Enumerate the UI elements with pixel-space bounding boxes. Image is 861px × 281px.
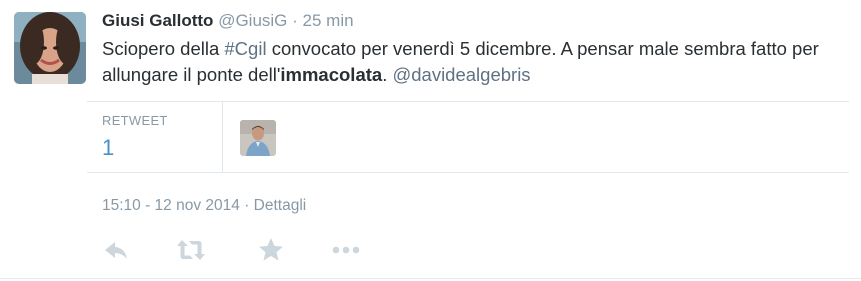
retweet-count[interactable]: 1 xyxy=(102,135,114,161)
divider-bottom xyxy=(87,172,849,173)
divider-top xyxy=(87,101,849,102)
hashtag-link[interactable]: #Cgil xyxy=(224,38,266,59)
author-avatar-image xyxy=(14,12,86,84)
mention-link[interactable]: @davidealgebris xyxy=(392,64,530,85)
tweet-text-part3: . xyxy=(382,64,393,85)
tweet-header: Giusi Gallotto @GiusiG · 25 min xyxy=(102,10,354,32)
tweet-time-ago[interactable]: 25 min xyxy=(303,11,354,30)
tweet-text-part1: Sciopero della xyxy=(102,38,225,59)
favorite-icon[interactable] xyxy=(257,236,287,266)
tweet-text: Sciopero della #Cgil convocato per vener… xyxy=(102,36,852,88)
header-separator: · xyxy=(292,11,298,30)
retweet-label: RETWEET xyxy=(102,113,168,128)
more-icon[interactable] xyxy=(330,236,360,266)
author-handle[interactable]: @GiusiG xyxy=(218,11,287,30)
tweet-meta: 15:10 - 12 nov 2014 · Dettagli xyxy=(102,197,306,215)
divider-vertical xyxy=(222,101,223,172)
retweeter-avatar-image xyxy=(240,120,276,156)
tweet-text-strong: immacolata xyxy=(280,64,383,85)
tweet-timestamp[interactable]: 15:10 - 12 nov 2014 xyxy=(102,197,240,214)
retweet-icon[interactable] xyxy=(176,236,206,266)
tweet-bottom-border xyxy=(0,278,861,279)
author-name[interactable]: Giusi Gallotto xyxy=(102,11,213,30)
meta-separator: · xyxy=(239,197,254,214)
details-link[interactable]: Dettagli xyxy=(254,197,307,214)
author-avatar[interactable] xyxy=(14,12,86,84)
reply-icon[interactable] xyxy=(102,236,132,266)
retweeter-avatar[interactable] xyxy=(240,120,276,156)
